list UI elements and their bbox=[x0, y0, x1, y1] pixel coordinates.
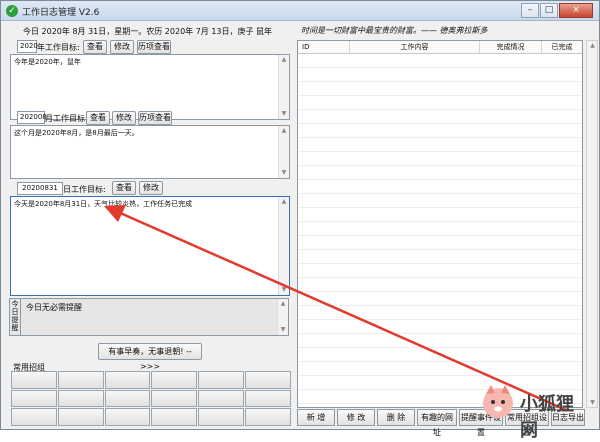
tool-slot[interactable] bbox=[105, 408, 151, 426]
month-scrollbar[interactable]: ▲▼ bbox=[278, 126, 289, 178]
tool-slot[interactable] bbox=[11, 371, 57, 389]
month-edit-button[interactable]: 修改 bbox=[112, 111, 136, 125]
reminder-text: 今日无必需提醒 bbox=[26, 302, 82, 313]
tool-slot[interactable] bbox=[198, 371, 244, 389]
year-goal-label: 年工作目标: bbox=[37, 42, 80, 53]
day-field[interactable]: 20200831 bbox=[17, 182, 63, 195]
year-goal-text: 今年是2020年，鼠年 bbox=[14, 58, 81, 66]
column-header-done[interactable]: 已完成 bbox=[542, 41, 582, 53]
month-goal-label: 月工作目标: bbox=[45, 113, 88, 124]
day-goal-text: 今天是2020年8月31日，天气比较炎热，工作任务已完成 bbox=[14, 200, 192, 208]
reminder-side-label: 今日提醒 bbox=[10, 299, 21, 335]
year-view-button[interactable]: 查看 bbox=[83, 40, 107, 54]
reminder-scrollbar[interactable]: ▲▼ bbox=[277, 299, 288, 335]
add-button[interactable]: 新 增 bbox=[297, 409, 335, 426]
month-view-button[interactable]: 查看 bbox=[86, 111, 110, 125]
day-edit-button[interactable]: 修改 bbox=[139, 181, 163, 195]
month-goal-textarea[interactable]: 这个月是2020年8月，是8月最后一天。 ▲▼ bbox=[10, 125, 290, 179]
table-body[interactable] bbox=[298, 54, 582, 408]
column-header-status[interactable]: 完成情况 bbox=[480, 41, 542, 53]
app-check-icon: ✓ bbox=[6, 5, 18, 17]
column-header-id[interactable]: ID bbox=[298, 41, 350, 53]
scroll-up-icon[interactable]: ▲ bbox=[588, 42, 597, 49]
month-history-button[interactable]: 历项查看 bbox=[138, 111, 172, 125]
tool-slot[interactable] bbox=[245, 371, 291, 389]
tool-slot[interactable] bbox=[198, 390, 244, 408]
delete-button[interactable]: 删 除 bbox=[377, 409, 415, 426]
tool-slot[interactable] bbox=[58, 371, 104, 389]
year-scrollbar[interactable]: ▲▼ bbox=[278, 55, 289, 119]
date-line: 今日 2020年 8月 31日，星期一。农历 2020年 7月 13日，庚子 鼠… bbox=[23, 26, 272, 37]
title-bar[interactable]: ✓ 工作日志管理 V2.6 – □ × bbox=[1, 1, 599, 21]
tool-slot[interactable] bbox=[151, 408, 197, 426]
tool-slot[interactable] bbox=[11, 408, 57, 426]
work-log-table[interactable]: ID 工作内容 完成情况 已完成 bbox=[297, 40, 583, 408]
tool-slot[interactable] bbox=[245, 390, 291, 408]
day-scrollbar[interactable]: ▲▼ bbox=[278, 197, 289, 295]
table-scrollbar[interactable]: ▲ ▼ bbox=[586, 40, 598, 408]
tool-slot[interactable] bbox=[151, 371, 197, 389]
day-goal-label: 日工作目标: bbox=[63, 184, 106, 195]
edit-button[interactable]: 修 改 bbox=[337, 409, 375, 426]
tool-slot[interactable] bbox=[245, 408, 291, 426]
day-goal-textarea[interactable]: 今天是2020年8月31日，天气比较炎热，工作任务已完成 ▲▼ bbox=[10, 196, 290, 296]
month-goal-text: 这个月是2020年8月，是8月最后一天。 bbox=[14, 129, 139, 137]
common-tools-grid bbox=[11, 371, 291, 426]
year-edit-button[interactable]: 修改 bbox=[110, 40, 134, 54]
tool-slot[interactable] bbox=[105, 371, 151, 389]
window-title: 工作日志管理 V2.6 bbox=[22, 5, 99, 18]
quote-text: 时间是一切财富中最宝贵的财富。—— 德奥弗拉斯多 bbox=[301, 25, 488, 36]
main-window: ✓ 工作日志管理 V2.6 – □ × 今日 2020年 8月 31日，星期一。… bbox=[0, 0, 600, 430]
minimize-button[interactable]: – bbox=[521, 3, 539, 18]
column-header-content[interactable]: 工作内容 bbox=[350, 41, 480, 53]
tool-slot[interactable] bbox=[151, 390, 197, 408]
watermark-logo: 小狐狸网 bbox=[480, 384, 590, 424]
maximize-button[interactable]: □ bbox=[540, 3, 558, 18]
close-button[interactable]: × bbox=[559, 3, 593, 18]
day-view-button[interactable]: 查看 bbox=[112, 181, 136, 195]
watermark-text: 小狐狸网 bbox=[520, 390, 590, 442]
year-history-button[interactable]: 历项查看 bbox=[137, 40, 171, 54]
tool-slot[interactable] bbox=[105, 390, 151, 408]
fox-logo-icon bbox=[480, 384, 516, 420]
motto-button[interactable]: 有事早奏，无事退朝! -->>> bbox=[98, 343, 202, 360]
reminder-box: 今日提醒 今日无必需提醒 ▲▼ bbox=[9, 298, 289, 336]
tool-slot[interactable] bbox=[58, 408, 104, 426]
tool-slot[interactable] bbox=[198, 408, 244, 426]
fun-sites-button[interactable]: 有趣的网址 bbox=[417, 409, 457, 426]
year-field[interactable]: 2020 bbox=[17, 40, 37, 53]
tool-slot[interactable] bbox=[58, 390, 104, 408]
month-field[interactable]: 202008 bbox=[17, 111, 45, 124]
table-header-row: ID 工作内容 完成情况 已完成 bbox=[298, 41, 582, 54]
tool-slot[interactable] bbox=[11, 390, 57, 408]
